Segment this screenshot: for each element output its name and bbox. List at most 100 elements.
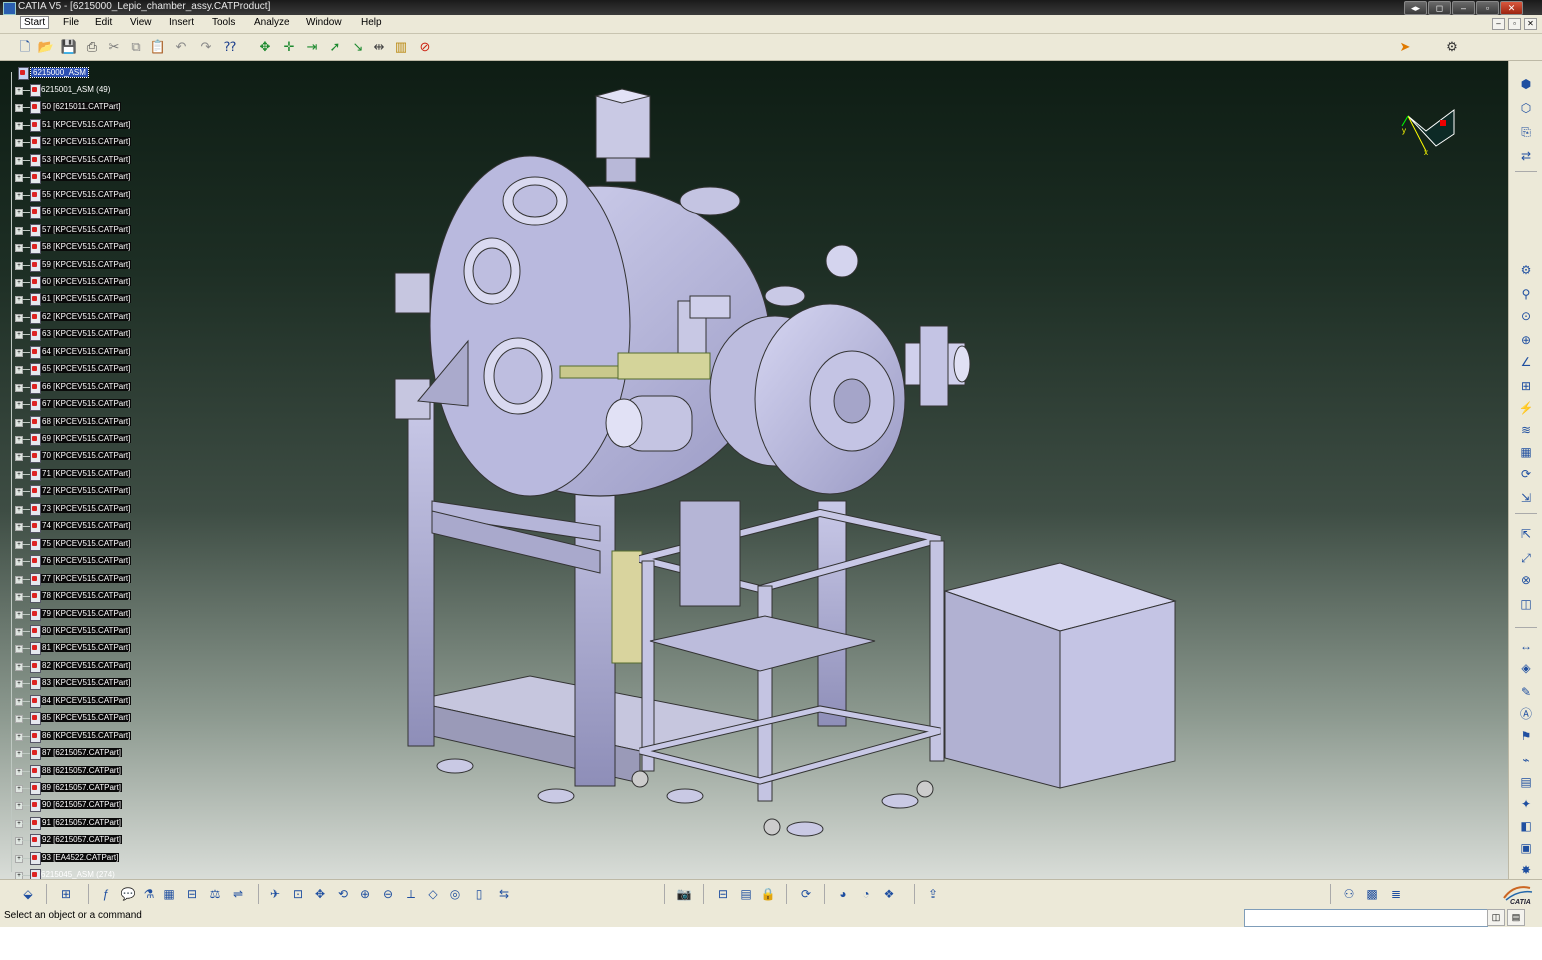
expand-toggle-icon[interactable]: + bbox=[15, 505, 23, 514]
expand-toggle-icon[interactable]: + bbox=[15, 348, 23, 357]
pan-icon[interactable]: ✥ bbox=[311, 885, 329, 903]
doc-minimize-button[interactable]: – bbox=[1492, 18, 1505, 30]
menu-start[interactable]: Start bbox=[20, 16, 50, 29]
menu-insert[interactable]: Insert bbox=[169, 17, 194, 28]
expand-toggle-icon[interactable]: + bbox=[15, 156, 23, 165]
product-icon[interactable]: ⬢ bbox=[1517, 75, 1535, 93]
expand-toggle-icon[interactable]: + bbox=[15, 401, 23, 410]
new-icon[interactable]: 🗋 bbox=[16, 38, 34, 56]
snap-move-icon[interactable]: ⇲ bbox=[1517, 489, 1535, 507]
replace-icon[interactable]: ⇄ bbox=[1517, 147, 1535, 165]
contact-icon[interactable]: ⊙ bbox=[1517, 307, 1535, 325]
stop-on-clash-icon[interactable]: ⊗ bbox=[1517, 571, 1535, 589]
expand-toggle-icon[interactable]: + bbox=[15, 174, 23, 183]
constraint-icon[interactable]: ⚙ bbox=[1517, 261, 1535, 279]
whats-this-icon[interactable]: ⁇ bbox=[221, 38, 239, 56]
expand-toggle-icon[interactable]: + bbox=[15, 436, 23, 444]
publish-icon[interactable]: ⇪ bbox=[924, 885, 942, 903]
apply-material-icon[interactable]: ❖ bbox=[880, 885, 898, 903]
normal-view-icon[interactable]: ⟂ bbox=[402, 885, 420, 903]
redo-icon[interactable]: ↷ bbox=[197, 38, 215, 56]
expand-toggle-icon[interactable]: + bbox=[15, 802, 23, 811]
print-icon[interactable]: ⎙ bbox=[83, 38, 101, 56]
offset-icon[interactable]: ⊕ bbox=[1517, 331, 1535, 349]
iso-view-icon[interactable]: ◇ bbox=[424, 885, 442, 903]
design-table-icon[interactable]: ⊟ bbox=[183, 885, 201, 903]
expand-toggle-icon[interactable]: + bbox=[15, 104, 23, 113]
workbench-icon[interactable]: ⚙ bbox=[1443, 38, 1461, 56]
stop-manipulate-icon[interactable]: ➚ bbox=[326, 38, 344, 56]
restore-layout-button[interactable]: ◻ bbox=[1428, 1, 1451, 15]
compute-clash-icon[interactable]: ✸ bbox=[1517, 861, 1535, 879]
angle-icon[interactable]: ∠ bbox=[1517, 353, 1535, 371]
expand-toggle-icon[interactable]: + bbox=[15, 209, 23, 218]
shading-icon[interactable]: ◎ bbox=[446, 885, 464, 903]
expand-toggle-icon[interactable]: + bbox=[15, 470, 23, 479]
expand-toggle-icon[interactable]: + bbox=[15, 645, 23, 654]
doc-restore-button[interactable]: ▫ bbox=[1508, 18, 1521, 30]
expand-toggle-icon[interactable]: + bbox=[15, 296, 23, 305]
flexible-icon[interactable]: ≋ bbox=[1517, 421, 1535, 439]
clash-icon[interactable]: ▥ bbox=[392, 38, 410, 56]
expand-toggle-icon[interactable]: + bbox=[15, 226, 23, 235]
menu-view[interactable]: View bbox=[130, 17, 152, 28]
menu-help[interactable]: Help bbox=[361, 17, 382, 28]
expand-toggle-icon[interactable]: + bbox=[15, 191, 23, 200]
analysis-icon[interactable]: ◈ bbox=[1517, 659, 1535, 677]
menu-analyze[interactable]: Analyze bbox=[254, 17, 290, 28]
zoom-in-icon[interactable]: ⊕ bbox=[356, 885, 374, 903]
expand-toggle-icon[interactable]: + bbox=[15, 278, 23, 287]
menu-window[interactable]: Window bbox=[306, 17, 342, 28]
explode-move-icon[interactable]: ⤢ bbox=[1517, 549, 1535, 567]
doc-close-button[interactable]: ✕ bbox=[1524, 18, 1537, 30]
table-icon[interactable]: ▦ bbox=[160, 885, 178, 903]
section-icon[interactable]: ◫ bbox=[1517, 595, 1535, 613]
annotation-icon[interactable]: ✎ bbox=[1517, 683, 1535, 701]
expand-toggle-icon[interactable]: + bbox=[15, 87, 23, 95]
expand-toggle-icon[interactable]: + bbox=[15, 139, 23, 148]
close-button[interactable]: ✕ bbox=[1500, 1, 1523, 15]
component-icon[interactable]: ⬡ bbox=[1517, 99, 1535, 117]
expand-toggle-icon[interactable]: + bbox=[15, 523, 23, 532]
expand-toggle-icon[interactable]: + bbox=[15, 819, 23, 828]
existing-component-icon[interactable]: ⎘ bbox=[1517, 123, 1535, 141]
lock-icon[interactable]: 🔒 bbox=[759, 885, 777, 903]
expand-toggle-icon[interactable]: + bbox=[15, 680, 23, 689]
measure-item-icon[interactable]: ⚖ bbox=[206, 885, 224, 903]
open-icon[interactable]: 📂 bbox=[37, 38, 55, 56]
expand-toggle-icon[interactable]: + bbox=[15, 418, 23, 427]
expand-toggle-icon[interactable]: + bbox=[15, 540, 23, 549]
menu-edit[interactable]: Edit bbox=[95, 17, 112, 28]
expand-toggle-icon[interactable]: + bbox=[15, 558, 23, 567]
menu-tools[interactable]: Tools bbox=[212, 17, 235, 28]
product-structure-icon[interactable]: ⬙ bbox=[19, 885, 37, 903]
bill-of-material-icon[interactable]: ↘ bbox=[349, 38, 367, 56]
material-icon[interactable]: ◔ bbox=[857, 885, 875, 903]
weld-icon[interactable]: ⌁ bbox=[1517, 751, 1535, 769]
sectioning-icon[interactable]: ◧ bbox=[1517, 817, 1535, 835]
expand-toggle-icon[interactable]: + bbox=[15, 488, 23, 497]
render-icon[interactable]: ◕ bbox=[834, 885, 852, 903]
catia-app-icon[interactable] bbox=[3, 2, 16, 15]
explode-icon[interactable]: ⇥ bbox=[303, 38, 321, 56]
param-icon[interactable]: ⇌ bbox=[229, 885, 247, 903]
expand-toggle-icon[interactable]: + bbox=[15, 627, 23, 636]
status-stop-button[interactable]: ◫ bbox=[1487, 909, 1505, 926]
expand-toggle-icon[interactable]: + bbox=[15, 383, 23, 392]
expand-toggle-icon[interactable]: + bbox=[15, 366, 23, 375]
expand-toggle-icon[interactable]: + bbox=[15, 575, 23, 584]
formula-icon[interactable]: ƒ bbox=[97, 885, 115, 903]
hide-show-icon[interactable]: ▯ bbox=[470, 885, 488, 903]
expand-toggle-icon[interactable]: + bbox=[15, 244, 23, 253]
analysis-clash-icon[interactable]: ⊘ bbox=[416, 38, 434, 56]
undo-icon[interactable]: ↶ bbox=[172, 38, 190, 56]
cut-icon[interactable]: ✂ bbox=[105, 38, 123, 56]
status-history-button[interactable]: ▤ bbox=[1507, 909, 1525, 926]
fix-together-icon[interactable]: ⊞ bbox=[1517, 377, 1535, 395]
multi-view-icon[interactable]: ⊟ bbox=[714, 885, 732, 903]
refresh-icon[interactable]: ⟳ bbox=[797, 885, 815, 903]
comment-icon[interactable]: 💬 bbox=[119, 885, 137, 903]
layer-icon[interactable]: ≣ bbox=[1387, 885, 1405, 903]
fit-all-icon[interactable]: ⊡ bbox=[289, 885, 307, 903]
expand-toggle-icon[interactable]: + bbox=[15, 331, 23, 340]
